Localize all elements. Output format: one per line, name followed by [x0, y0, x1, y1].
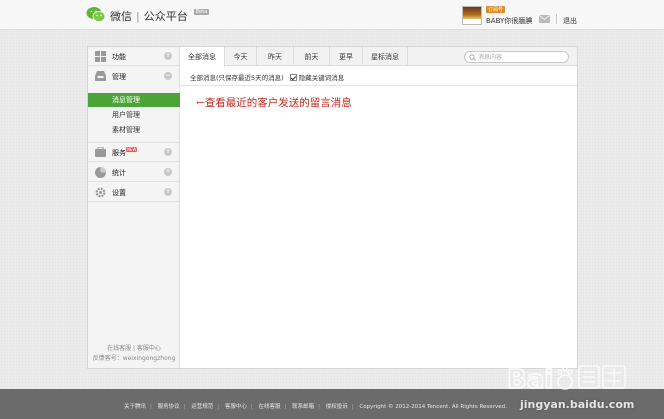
- mail-icon[interactable]: [539, 15, 550, 23]
- sidebar-footer-feedback: 反馈客号：weixingongzhong: [92, 355, 176, 362]
- expand-toggle-icon[interactable]: +: [164, 188, 172, 196]
- sidebar-section-label: 管理: [112, 73, 126, 81]
- sidebar-item-user-manage[interactable]: 用户管理: [88, 108, 180, 122]
- avatar[interactable]: [462, 6, 482, 25]
- sidebar-section-service[interactable]: 服务 NEW +: [88, 143, 180, 162]
- top-bar-border: [0, 29, 664, 30]
- expand-toggle-icon[interactable]: +: [164, 148, 172, 156]
- footer-separator: |: [150, 404, 152, 410]
- footer-separator: |: [217, 404, 220, 410]
- grid-icon: [95, 51, 106, 62]
- gear-icon: [95, 187, 106, 198]
- footer-links: 关于腾讯 | 服务协议 | 运营规范 | 客服中心 | 在线客服 | 联系邮箱 | 侵权投诉…: [124, 402, 507, 410]
- sidebar-section-label: 服务: [112, 149, 126, 157]
- baidu-watermark-logo: Bai: [506, 364, 626, 396]
- footer-copyright: Copyright © 2012-2014 Tencent. All Right…: [359, 404, 507, 410]
- tab-day-before[interactable]: 前天: [294, 47, 330, 66]
- expand-toggle-icon[interactable]: +: [164, 52, 172, 60]
- hide-keyword-option[interactable]: 隐藏关键词消息: [289, 72, 345, 82]
- sidebar-item-material-manage[interactable]: 素材管理: [88, 123, 180, 137]
- message-tabs: 全部消息 今天 昨天 前天 更早 星标消息: [180, 47, 577, 67]
- brand-separator: |: [136, 9, 140, 23]
- brand-name: 微信: [110, 10, 132, 23]
- tab-today[interactable]: 今天: [225, 47, 257, 66]
- sidebar: 功能 + 管理 − 消息管理 用户管理 素材管理 服务 NEW + 统计 + 设…: [88, 47, 180, 368]
- footer-separator: |: [284, 404, 287, 410]
- pie-chart-icon: [95, 167, 106, 178]
- wechat-logo-icon[interactable]: [86, 6, 106, 23]
- sidebar-footer-links[interactable]: 在线客服 | 客服中心: [88, 343, 180, 352]
- hide-keyword-checkbox[interactable]: [289, 73, 297, 81]
- footer-separator: |: [318, 404, 320, 410]
- logout-link[interactable]: 退出: [563, 16, 577, 26]
- account-type-badge: 订阅号: [486, 6, 506, 13]
- annotation-text: ←查看最近的客户发送的留言消息: [196, 97, 352, 109]
- watermark-url: jingyan.baidu.com: [520, 398, 635, 411]
- footer-link-complaint[interactable]: 侵权投诉: [326, 404, 348, 410]
- hide-keyword-label: 隐藏关键词消息: [298, 74, 345, 82]
- footer-link-online-service[interactable]: 在线客服: [259, 404, 281, 410]
- expand-toggle-icon[interactable]: +: [164, 168, 172, 176]
- sidebar-section-label: 功能: [112, 53, 126, 61]
- sidebar-item-message-manage[interactable]: 消息管理: [88, 93, 180, 107]
- platform-name: 公众平台: [143, 10, 188, 23]
- sidebar-section-label: 统计: [112, 169, 126, 177]
- sidebar-section-manage[interactable]: 管理 −: [88, 67, 180, 86]
- tab-yesterday[interactable]: 昨天: [257, 47, 294, 66]
- tab-starred[interactable]: 星标消息: [363, 47, 408, 66]
- footer-link-agreement[interactable]: 服务协议: [158, 404, 180, 410]
- user-name[interactable]: BABY你很腼腆: [486, 16, 532, 26]
- top-divider: [556, 14, 557, 24]
- service-icon: [95, 147, 106, 157]
- new-badge: NEW: [126, 147, 138, 152]
- sidebar-section-function[interactable]: 功能 +: [88, 47, 180, 66]
- footer-link-rules[interactable]: 运营规范: [191, 404, 213, 410]
- content-divider: [180, 85, 577, 86]
- search-input[interactable]: [478, 52, 566, 62]
- brand-title: 微信 | 公众平台 Beta: [110, 8, 210, 24]
- svg-text:Bai: Bai: [507, 365, 553, 395]
- footer-link-service-center[interactable]: 客服中心: [225, 404, 247, 410]
- footer-link-about[interactable]: 关于腾讯: [124, 404, 146, 410]
- sidebar-section-settings[interactable]: 设置 +: [88, 183, 180, 202]
- footer-separator: |: [183, 404, 186, 410]
- inbox-icon: [95, 71, 106, 81]
- messages-info-text: 全部消息(只保存最近5天的消息): [190, 74, 284, 82]
- content-area: 全部消息 今天 昨天 前天 更早 星标消息 全部消息(只保存最近5天的消息) 隐…: [180, 47, 577, 368]
- tab-all-messages[interactable]: 全部消息: [180, 47, 225, 67]
- beta-badge: Beta: [193, 9, 210, 15]
- footer-link-contact-email[interactable]: 联系邮箱: [292, 404, 314, 410]
- tab-earlier[interactable]: 更早: [330, 47, 363, 66]
- footer-separator: |: [250, 404, 253, 410]
- sidebar-section-label: 设置: [112, 189, 126, 197]
- main-panel: 功能 + 管理 − 消息管理 用户管理 素材管理 服务 NEW + 统计 + 设…: [87, 46, 578, 369]
- collapse-toggle-icon[interactable]: −: [164, 72, 172, 80]
- search-box[interactable]: [464, 51, 569, 63]
- filter-row: 全部消息(只保存最近5天的消息) 隐藏关键词消息: [190, 72, 344, 82]
- footer-separator: |: [351, 404, 354, 410]
- top-bar: 微信 | 公众平台 Beta 订阅号 BABY你很腼腆 退出: [0, 0, 664, 30]
- search-icon: [469, 54, 476, 61]
- sidebar-section-statistics[interactable]: 统计 +: [88, 163, 180, 182]
